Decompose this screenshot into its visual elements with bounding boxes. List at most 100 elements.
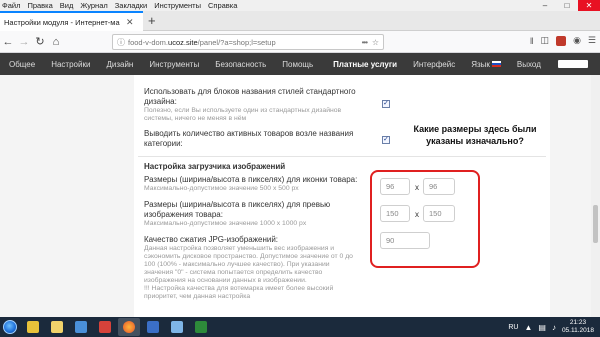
jpg-quality-hint-4: значения "0" - система попытается опреде… [144, 269, 323, 276]
clock[interactable]: 21:23 05.11.2018 [562, 319, 594, 335]
url-bar[interactable]: ⓘ food-v-dom.ucoz.site/panel/?a=shop;l=s… [112, 34, 384, 50]
clock-date: 05.11.2018 [561, 327, 594, 334]
app-icon [147, 321, 159, 333]
home-icon[interactable]: ⌂ [48, 36, 64, 48]
section-title: Настройка загрузчика изображений [144, 162, 286, 171]
setting-style-names: Использовать для блоков названия стилей … [144, 87, 356, 123]
forward-icon[interactable]: → [16, 36, 32, 48]
menu-view[interactable]: Вид [60, 1, 74, 10]
menu-bar: Файл Правка Вид Журнал Закладки Инструме… [0, 0, 600, 11]
menu-edit[interactable]: Правка [27, 1, 52, 10]
network-icon[interactable]: ▤ [538, 323, 546, 332]
icon-size-hint: Максимально-допустимое значение 500 х 50… [144, 185, 299, 192]
setting-active-count-label-1: Выводить количество активных товаров воз… [144, 129, 354, 138]
menu-file[interactable]: Файл [2, 1, 20, 10]
taskbar-app-2[interactable] [46, 318, 68, 336]
preview-size-label-2: изображения товара: [144, 210, 223, 219]
windows-orb-icon [3, 320, 17, 334]
preview-width-input[interactable]: 150 [380, 205, 410, 222]
page-scrollbar[interactable] [591, 75, 600, 317]
sidebar-icon[interactable]: ◫ [541, 35, 550, 46]
tab-settings[interactable]: Настройки модуля - Интернет-ма ✕ [0, 11, 143, 31]
ublock-icon[interactable] [556, 35, 567, 46]
firefox-icon [123, 321, 135, 333]
library-icon[interactable]: ‖ [530, 36, 534, 46]
nav-interface[interactable]: Интерфейс [404, 60, 455, 69]
nav-settings[interactable]: Настройки [42, 60, 90, 69]
menu-history[interactable]: Журнал [80, 1, 107, 10]
taskbar-app-1[interactable] [22, 318, 44, 336]
scrollbar-thumb[interactable] [593, 205, 598, 243]
taskbar-app-3[interactable] [70, 318, 92, 336]
tab-close-icon[interactable]: ✕ [126, 17, 134, 28]
nav-language-label: Язык [471, 59, 490, 69]
jpg-quality-input[interactable]: 90 [380, 232, 430, 249]
settings-panel: Использовать для блоков названия стилей … [134, 75, 550, 317]
back-icon[interactable]: ← [0, 36, 16, 48]
volume-icon[interactable]: ♪ [552, 323, 556, 332]
icon-width-input[interactable]: 96 [380, 178, 410, 195]
nav-security[interactable]: Безопасность [206, 60, 266, 69]
menu-bookmarks[interactable]: Закладки [115, 1, 147, 10]
setting-style-names-label-1: Использовать для блоков названия стилей … [144, 87, 356, 96]
russian-flag-icon [491, 61, 501, 68]
active-count-checkbox[interactable]: ✓ [382, 136, 390, 144]
system-tray: RU ▲ ▤ ♪ 21:23 05.11.2018 [508, 317, 594, 337]
nav-paid-services[interactable]: Платные услуги [324, 60, 397, 69]
taskbar-app-6[interactable] [142, 318, 164, 336]
taskbar-app-8[interactable] [190, 318, 212, 336]
nav-tools[interactable]: Инструменты [140, 60, 199, 69]
jpg-quality-label: Качество сжатия JPG-изображений: [144, 235, 279, 244]
menu-tools[interactable]: Инструменты [154, 1, 201, 10]
jpg-quality-hint-7: приоритет, чем данная настройка [144, 293, 251, 300]
setting-style-names-hint-1: Полезно, если Вы используете один из ста… [144, 107, 342, 114]
site-nav: Общее Настройки Дизайн Инструменты Безоп… [0, 53, 600, 75]
minimize-icon[interactable]: – [534, 0, 556, 11]
info-icon[interactable]: ⓘ [117, 37, 125, 48]
taskbar-app-7[interactable] [166, 318, 188, 336]
explorer-icon [75, 321, 87, 333]
maximize-icon[interactable]: □ [556, 0, 578, 11]
preview-size-hint: Максимально-допустимое значение 1000 х 1… [144, 220, 307, 227]
folder-icon [51, 321, 63, 333]
setting-icon-size: Размеры (ширина/высота в пикселях) для и… [144, 175, 357, 193]
new-tab-icon[interactable]: + [148, 13, 156, 28]
jpg-quality-hint-2: сэкономить дисковое пространство. Допуст… [144, 253, 353, 260]
page-actions-icon[interactable]: ••• [362, 38, 368, 47]
close-icon[interactable]: ✕ [578, 0, 600, 11]
tab-title: Настройки модуля - Интернет-ма [4, 17, 120, 27]
nav-design[interactable]: Дизайн [97, 60, 133, 69]
jpg-quality-hint-3: 100 (100% - максимально лучшее качество)… [144, 261, 330, 268]
extension-icon[interactable]: ◉ [573, 35, 581, 46]
taskbar-app-4[interactable] [94, 318, 116, 336]
app-icon [171, 321, 183, 333]
setting-style-names-hint-2: системы, ничего не меняя в нём [144, 115, 247, 122]
menu-icon[interactable]: ☰ [588, 35, 596, 46]
clock-time: 21:23 [569, 319, 587, 326]
taskbar: RU ▲ ▤ ♪ 21:23 05.11.2018 [0, 317, 600, 337]
nav-general[interactable]: Общее [0, 60, 35, 69]
language-indicator[interactable]: RU [508, 324, 518, 331]
icon-height-input[interactable]: 96 [423, 178, 455, 195]
preview-height-input[interactable]: 150 [423, 205, 455, 222]
annotation-question: Какие размеры здесь были указаны изначал… [410, 123, 540, 147]
start-button[interactable] [0, 317, 20, 337]
nav-logout[interactable]: Выход [508, 60, 541, 69]
media-icon [99, 321, 111, 333]
bookmark-star-icon[interactable]: ☆ [372, 38, 379, 47]
app-icon [27, 321, 39, 333]
nav-language[interactable]: Язык [462, 60, 501, 69]
jpg-quality-hint-1: Данная настройка позволяет уменьшить вес… [144, 245, 335, 252]
reload-icon[interactable]: ↻ [32, 35, 48, 48]
nav-help[interactable]: Помощь [273, 60, 313, 69]
setting-active-count: Выводить количество активных товаров воз… [144, 129, 353, 149]
page-content: Использовать для блоков названия стилей … [0, 75, 600, 317]
taskbar-firefox[interactable] [118, 318, 140, 336]
style-names-checkbox[interactable]: ✓ [382, 100, 390, 108]
tab-strip: Настройки модуля - Интернет-ма ✕ + [0, 11, 600, 31]
tray-arrow-icon[interactable]: ▲ [524, 323, 532, 332]
setting-jpg-quality: Качество сжатия JPG-изображений: Данная … [144, 235, 353, 301]
user-box[interactable] [558, 60, 588, 68]
url-domain: ucoz.site [168, 37, 198, 47]
menu-help[interactable]: Справка [208, 1, 237, 10]
